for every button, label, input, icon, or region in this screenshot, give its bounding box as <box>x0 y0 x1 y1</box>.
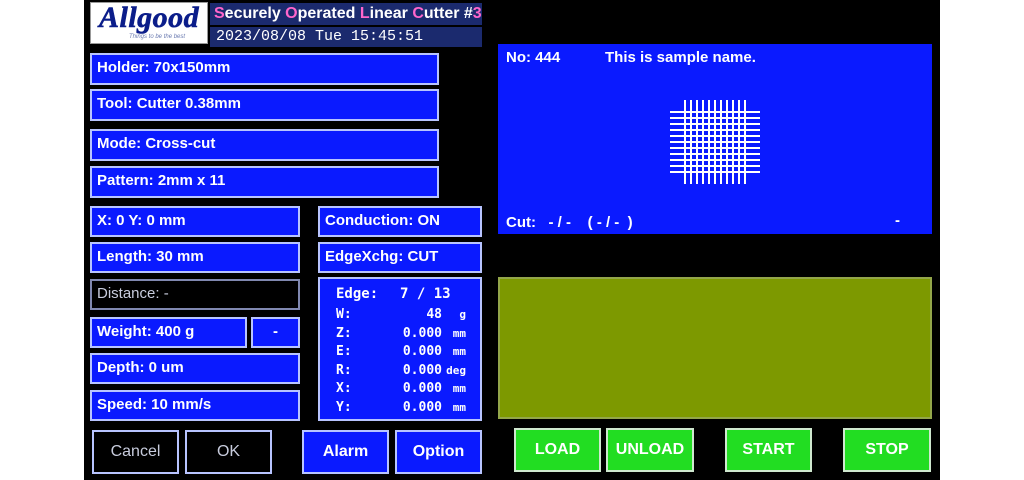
weight-field[interactable]: Weight: 400 g <box>90 317 247 348</box>
edge-status-row: R: 0.000 deg <box>336 362 466 380</box>
edge-label: Edge: <box>336 286 379 302</box>
title-segment: C <box>412 5 424 22</box>
start-button[interactable]: START <box>725 428 812 472</box>
row-label: R: <box>336 362 352 378</box>
edge-status-panel: Edge: 7 / 13 W: 48 g Z: 0.000 mm E: 0.000 mm R: 0.… <box>318 277 482 421</box>
datetime-display: 2023/08/08 Tue 15:45:51 <box>210 27 482 47</box>
row-unit: g <box>459 308 466 321</box>
row-value: 0.000 <box>402 381 442 396</box>
edge-status-row: X: 0.000 mm <box>336 380 466 398</box>
row-label: X: <box>336 381 352 396</box>
cross-cut-grid-graphic <box>670 100 760 184</box>
title-segment: L <box>359 5 370 22</box>
title-segment: inear <box>369 5 413 22</box>
cancel-button[interactable]: Cancel <box>92 430 179 474</box>
option-button[interactable]: Option <box>395 430 482 474</box>
edge-value: 7 / 13 <box>400 286 451 302</box>
row-unit: mm <box>452 382 466 395</box>
row-value: 48 <box>426 307 442 322</box>
pattern-preview: No: 444 This is sample name. Cut: - / - … <box>498 44 932 234</box>
row-label: W: <box>336 307 352 322</box>
edge-exchange-field[interactable]: EdgeXchg: CUT <box>318 242 482 273</box>
stop-button[interactable]: STOP <box>843 428 931 472</box>
program-name: This is sample name. <box>605 49 756 66</box>
ok-button[interactable]: OK <box>185 430 272 474</box>
title-segment: 3 <box>472 5 482 22</box>
edge-status-row: E: 0.000 mm <box>336 343 466 361</box>
xy-position-field[interactable]: X: 0 Y: 0 mm <box>90 206 300 237</box>
alarm-button[interactable]: Alarm <box>302 430 389 474</box>
row-value: 0.000 <box>402 362 442 378</box>
logo-text: Allgood <box>99 1 200 35</box>
row-label: Z: <box>336 325 352 341</box>
speed-field[interactable]: Speed: 10 mm/s <box>90 390 300 421</box>
message-display <box>498 277 932 419</box>
row-value: 0.000 <box>402 344 442 359</box>
pattern-field[interactable]: Pattern: 2mm x 11 <box>90 166 439 198</box>
title-segment: S <box>214 5 225 22</box>
weight-extra-button[interactable]: - <box>251 317 300 348</box>
tool-field[interactable]: Tool: Cutter 0.38mm <box>90 89 439 121</box>
row-label: Y: <box>336 399 352 415</box>
unload-button[interactable]: UNLOAD <box>606 428 694 472</box>
title-segment: O <box>285 5 298 22</box>
distance-field: Distance: - <box>90 279 300 310</box>
logo-tagline: Things to be the best <box>129 34 186 40</box>
title-segment: perated <box>297 5 360 22</box>
load-button[interactable]: LOAD <box>514 428 601 472</box>
cut-progress: Cut: - / - ( - / - ) <box>506 214 633 231</box>
row-unit: mm <box>452 345 466 358</box>
edge-status-row: W: 48 g <box>336 306 466 324</box>
title-segment: utter # <box>423 5 473 22</box>
machine-screen: Allgood Things to be the best Securely O… <box>84 0 940 480</box>
length-field[interactable]: Length: 30 mm <box>90 242 300 273</box>
edge-status-row: Z: 0.000 mm <box>336 325 466 343</box>
company-logo: Allgood Things to be the best <box>90 1 208 44</box>
program-number: No: 444 <box>506 49 561 66</box>
row-unit: mm <box>452 326 466 340</box>
depth-field[interactable]: Depth: 0 um <box>90 353 300 384</box>
edge-status-row: Y: 0.000 mm <box>336 399 466 417</box>
row-value: 0.000 <box>402 325 442 341</box>
row-unit: mm <box>452 400 466 414</box>
conduction-field[interactable]: Conduction: ON <box>318 206 482 237</box>
mode-field[interactable]: Mode: Cross-cut <box>90 129 439 161</box>
app-title: Securely Operated Linear Cutter #3 <box>210 3 482 25</box>
cut-status: - <box>895 212 900 229</box>
row-unit: deg <box>446 363 466 377</box>
holder-field[interactable]: Holder: 70x150mm <box>90 53 439 85</box>
row-label: E: <box>336 344 352 359</box>
title-segment: ecurely <box>224 5 286 22</box>
row-value: 0.000 <box>402 399 442 415</box>
